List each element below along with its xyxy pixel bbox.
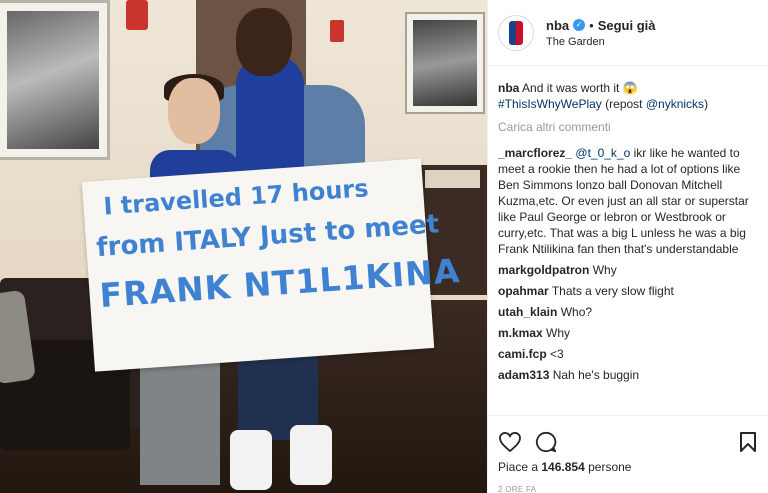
- banner-line: from ITALY Just to meet: [95, 209, 440, 264]
- post-username[interactable]: nba: [546, 18, 569, 33]
- fan-head: [168, 78, 220, 144]
- comment-username[interactable]: markgoldpatron: [498, 263, 589, 277]
- nba-logo-icon: [509, 20, 523, 45]
- likes-count[interactable]: Piace a 146.854 persone: [488, 456, 768, 478]
- caption-repost-suffix: ): [704, 97, 709, 111]
- comment-item: adam313 Nah he's buggin: [498, 367, 760, 383]
- photo-papers: [425, 170, 480, 188]
- post-header: nba ✓ • Segui già The Garden: [488, 0, 768, 66]
- follow-button[interactable]: Segui già: [598, 18, 656, 33]
- comment-icon[interactable]: [535, 431, 557, 453]
- photo-wall-frame: [0, 0, 110, 160]
- comment-text: Why: [546, 326, 571, 340]
- likes-suffix: persone: [588, 460, 632, 474]
- comment-text: Why: [592, 263, 617, 277]
- comment-username[interactable]: utah_klain: [498, 305, 557, 319]
- heart-icon[interactable]: [499, 431, 521, 453]
- mention-link[interactable]: @nyknicks: [646, 97, 704, 111]
- comment-item: utah_klain Who?: [498, 304, 760, 320]
- caption-text: And it was worth it 😱: [522, 81, 638, 95]
- banner-line: I travelled 17 hours: [102, 174, 370, 221]
- hashtag-link[interactable]: #ThisIsWhyWePlay: [498, 97, 602, 111]
- comments-list: nba And it was worth it 😱 #ThisIsWhyWePl…: [498, 80, 760, 388]
- fire-alarm: [126, 0, 148, 30]
- comment-username[interactable]: nba: [498, 81, 519, 95]
- post-actions: Piace a 146.854 persone 2 ORE FA: [488, 415, 768, 493]
- comment-text: Nah he's buggin: [552, 368, 640, 382]
- comment-text: Thats a very slow flight: [551, 284, 674, 298]
- separator-dot: •: [589, 17, 594, 33]
- post-location[interactable]: The Garden: [546, 36, 655, 48]
- comment-item: markgoldpatron Why: [498, 262, 760, 278]
- bookmark-icon[interactable]: [737, 431, 759, 453]
- sneaker: [230, 430, 272, 490]
- likes-number: 146.854: [541, 460, 585, 474]
- post-caption: nba And it was worth it 😱 #ThisIsWhyWePl…: [498, 80, 760, 112]
- tall-person-head: [236, 8, 292, 76]
- likes-prefix: Piace a: [498, 460, 539, 474]
- comment-item: _marcflorez_ @t_0_k_o ikr like he wanted…: [498, 145, 760, 257]
- verified-icon: ✓: [573, 19, 586, 31]
- comment-username[interactable]: cami.fcp: [498, 347, 547, 361]
- comment-text: <3: [550, 347, 564, 361]
- comment-item: cami.fcp <3: [498, 346, 760, 362]
- comment-username[interactable]: _marcflorez_: [498, 146, 572, 160]
- comment-item: opahmar Thats a very slow flight: [498, 283, 760, 299]
- post-sidebar: nba ✓ • Segui già The Garden nba And it …: [487, 0, 768, 493]
- mention-link[interactable]: @t_0_k_o: [575, 146, 630, 160]
- comment-username[interactable]: m.kmax: [498, 326, 543, 340]
- comment-item: m.kmax Why: [498, 325, 760, 341]
- comment-text: Who?: [560, 305, 593, 319]
- photo-wall-frame: [405, 12, 485, 114]
- banner-line: FRANK NT1L1KINA: [98, 250, 462, 316]
- caption-repost-prefix: (repost: [605, 97, 643, 111]
- post-timestamp[interactable]: 2 ORE FA: [488, 478, 768, 493]
- comment-username[interactable]: adam313: [498, 368, 549, 382]
- fire-alarm: [330, 20, 344, 42]
- load-more-comments[interactable]: Carica altri commenti: [498, 120, 760, 134]
- comment-text: ikr like he wanted to meet a rookie then…: [498, 146, 749, 256]
- action-icons: [488, 416, 768, 456]
- post-photo[interactable]: I travelled 17 hours from ITALY Just to …: [0, 0, 487, 493]
- avatar[interactable]: [498, 14, 534, 51]
- comment-username[interactable]: opahmar: [498, 284, 549, 298]
- fan-banner: I travelled 17 hours from ITALY Just to …: [81, 158, 462, 372]
- sneaker: [290, 425, 332, 485]
